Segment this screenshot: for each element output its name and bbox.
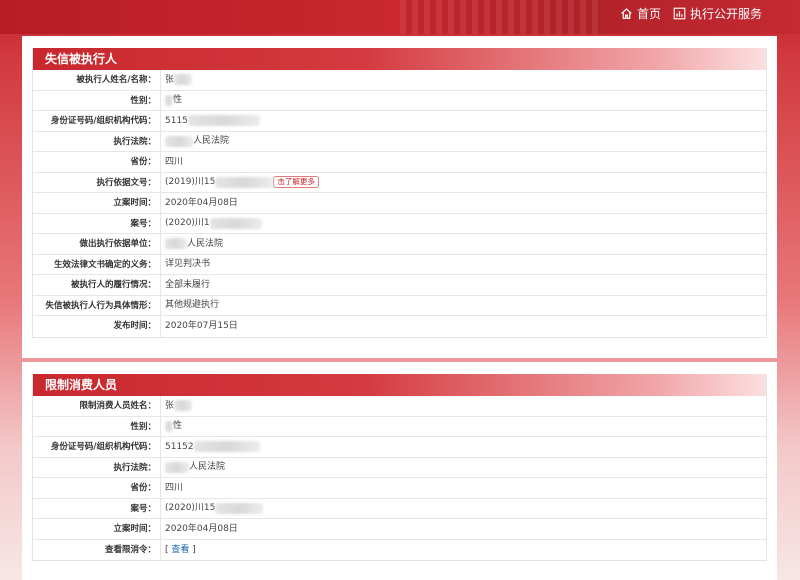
bracket-close: ]: [189, 544, 196, 555]
redacted-mask: [165, 420, 173, 432]
row-label: 做出执行依据单位：: [33, 234, 161, 254]
row-value: 性: [161, 91, 182, 111]
row-label: 立案时间：: [33, 193, 161, 213]
info-row-case-no: 案号： (2020)川15: [33, 498, 766, 519]
row-label: 身份证号码/组织机构代码：: [33, 437, 161, 457]
row-value: 人民法院: [161, 458, 225, 478]
row-value: 5115: [161, 111, 260, 131]
nav-service-label: 执行公开服务: [689, 7, 762, 21]
section-title: 限制消费人员: [33, 374, 766, 396]
info-row-restriction-order: 查看限消令： [ 查看 ]: [33, 539, 766, 561]
row-label: 限制消费人员姓名：: [33, 396, 161, 416]
row-value: [ 查看 ]: [161, 540, 196, 561]
row-value: 张: [161, 70, 193, 90]
redacted-mask: [165, 94, 173, 106]
row-label: 立案时间：: [33, 519, 161, 539]
row-label: 执行依据文号：: [33, 172, 161, 192]
chart-icon: [673, 7, 686, 20]
info-row-name: 限制消费人员姓名： 张: [33, 396, 766, 417]
row-label: 案号：: [33, 213, 161, 233]
row-label: 被执行人的履行情况：: [33, 275, 161, 295]
redacted-mask: [209, 217, 262, 229]
redacted-mask: [165, 461, 189, 473]
row-label: 性别：: [33, 416, 161, 436]
row-value: (2020)川15: [161, 499, 264, 519]
row-value: 张: [161, 396, 193, 416]
restriction-section: 限制消费人员 限制消费人员姓名： 张 性别： 性 身份证号码/组织机构代码： 5…: [32, 374, 767, 561]
redacted-mask: [174, 400, 193, 412]
row-value: 详见判决书: [165, 259, 211, 270]
info-row-obligation: 生效法律文书确定的义务： 详见判决书: [33, 254, 766, 275]
info-row-court: 执行法院： 人民法院: [33, 457, 766, 478]
row-value: 其他规避执行: [165, 300, 220, 311]
redacted-mask: [187, 115, 260, 127]
top-nav: 首页 执行公开服务: [620, 5, 762, 22]
redacted-mask: [174, 74, 193, 86]
row-value: 全部未履行: [165, 279, 211, 290]
banner-decoration: [400, 0, 600, 34]
row-label: 生效法律文书确定的义务：: [33, 254, 161, 274]
info-row-court: 执行法院： 人民法院: [33, 131, 766, 152]
info-row-performance: 被执行人的履行情况： 全部未履行: [33, 275, 766, 296]
top-banner: 首页 执行公开服务: [0, 0, 800, 34]
learn-more-button[interactable]: 击了解更多: [273, 176, 319, 189]
dishonest-section: 失信被执行人 被执行人姓名/名称： 张 性别： 性 身份证号码/组织机构代码： …: [32, 48, 767, 338]
row-label: 性别：: [33, 90, 161, 110]
info-row-case-no: 案号： (2020)川1: [33, 213, 766, 234]
row-label: 执行法院：: [33, 131, 161, 151]
info-row-id: 身份证号码/组织机构代码： 5115: [33, 111, 766, 132]
row-label: 失信被执行人行为具体情形：: [33, 295, 161, 315]
row-value: 性: [161, 417, 182, 437]
row-label: 身份证号码/组织机构代码：: [33, 111, 161, 131]
section-title: 失信被执行人: [33, 48, 766, 70]
row-value: (2019)川15 击了解更多: [161, 173, 319, 193]
row-value: 人民法院: [161, 132, 229, 152]
row-value: 四川: [165, 482, 184, 493]
info-row-province: 省份： 四川: [33, 152, 766, 173]
info-row-name: 被执行人姓名/名称： 张: [33, 70, 766, 91]
redacted-mask: [193, 441, 260, 453]
info-row-id: 身份证号码/组织机构代码： 51152: [33, 437, 766, 458]
row-value: 2020年07月15日: [165, 321, 238, 332]
row-label: 案号：: [33, 498, 161, 518]
info-row-gender: 性别： 性: [33, 90, 766, 111]
info-row-filing-date: 立案时间： 2020年04月08日: [33, 519, 766, 540]
info-row-filing-date: 立案时间： 2020年04月08日: [33, 193, 766, 214]
row-label: 执行法院：: [33, 457, 161, 477]
redacted-mask: [165, 238, 187, 250]
info-row-province: 省份： 四川: [33, 478, 766, 499]
row-value: 四川: [165, 156, 184, 167]
info-row-gender: 性别： 性: [33, 416, 766, 437]
row-value: 51152: [161, 437, 260, 457]
consumption-restriction-panel: 限制消费人员 限制消费人员姓名： 张 性别： 性 身份证号码/组织机构代码： 5…: [22, 362, 777, 580]
row-value: 2020年04月08日: [165, 523, 238, 534]
home-icon: [621, 8, 632, 19]
view-order-link[interactable]: 查看: [171, 540, 189, 560]
row-value: 2020年04月08日: [165, 197, 238, 208]
row-label: 省份：: [33, 152, 161, 172]
redacted-mask: [215, 176, 274, 188]
info-row-issuing-unit: 做出执行依据单位： 人民法院: [33, 234, 766, 255]
row-label: 被执行人姓名/名称：: [33, 70, 161, 90]
info-row-basis-no: 执行依据文号： (2019)川15 击了解更多: [33, 172, 766, 193]
info-row-behavior: 失信被执行人行为具体情形： 其他规避执行: [33, 295, 766, 316]
row-label: 查看限消令：: [33, 539, 161, 560]
nav-home[interactable]: 首页: [620, 5, 661, 22]
row-value: (2020)川1: [161, 214, 262, 234]
dishonest-panel: 失信被执行人 被执行人姓名/名称： 张 性别： 性 身份证号码/组织机构代码： …: [22, 36, 777, 358]
nav-home-label: 首页: [636, 7, 661, 21]
redacted-mask: [215, 502, 264, 514]
info-row-publish-date: 发布时间： 2020年07月15日: [33, 316, 766, 337]
row-value: 人民法院: [161, 234, 223, 254]
row-label: 省份：: [33, 478, 161, 498]
redacted-mask: [165, 135, 193, 147]
row-label: 发布时间：: [33, 316, 161, 337]
nav-service[interactable]: 执行公开服务: [673, 5, 762, 22]
